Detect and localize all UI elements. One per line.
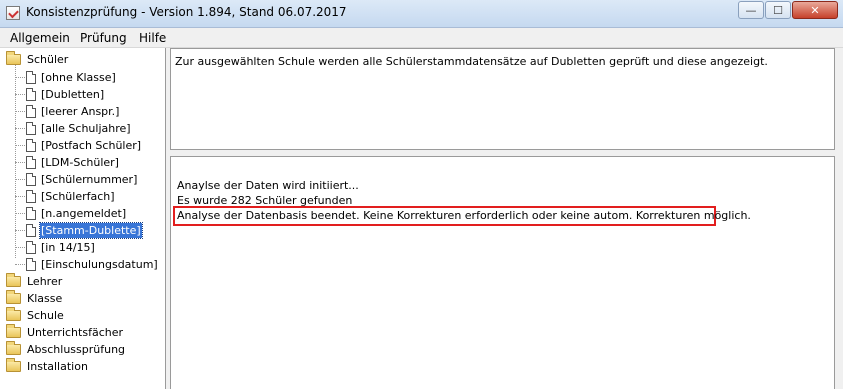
folder-icon — [6, 306, 21, 321]
document-icon — [26, 189, 36, 203]
tree-item-label: [in 14/15] — [41, 240, 95, 254]
tree-item-ohne-klasse[interactable]: [ohne Klasse] — [26, 69, 117, 85]
tree-item-ldm-schueler[interactable]: [LDM-Schüler] — [26, 154, 120, 170]
tree-item-label: [leerer Anspr.] — [41, 104, 120, 118]
tree-item-schuelernummer[interactable]: [Schülernummer] — [26, 171, 138, 187]
app-check-icon — [6, 6, 20, 20]
tree-item-label: [Postfach Schüler] — [41, 138, 142, 152]
tree-item-leerer-anspr[interactable]: [leerer Anspr.] — [26, 103, 120, 119]
tree-node-label: Klasse — [27, 291, 63, 305]
log-line-result: Analyse der Datenbasis beendet. Keine Ko… — [177, 209, 751, 222]
document-icon — [26, 104, 36, 118]
document-icon — [26, 257, 36, 271]
tree-item-postfach-schueler[interactable]: [Postfach Schüler] — [26, 137, 142, 153]
tree-node-schule[interactable]: Schule — [6, 306, 65, 323]
close-button[interactable]: ✕ — [792, 1, 838, 19]
folder-icon — [6, 272, 21, 287]
maximize-button[interactable]: ☐ — [765, 1, 791, 19]
menu-bar: Allgemein Prüfung Hilfe — [0, 28, 843, 48]
document-icon — [26, 206, 36, 220]
tree-node-label: Abschlussprüfung — [27, 342, 126, 356]
tree-node-schueler[interactable]: Schüler — [6, 50, 69, 67]
tree-item-dubletten[interactable]: [Dubletten] — [26, 86, 105, 102]
tree-item-label: [LDM-Schüler] — [41, 155, 119, 169]
tree-guide-line — [15, 62, 16, 258]
document-icon — [26, 223, 36, 237]
tree-item-alle-schuljahre[interactable]: [alle Schuljahre] — [26, 120, 132, 136]
tree-node-label: Unterrichtsfächer — [27, 325, 123, 339]
tree-item-n-angemeldet[interactable]: [n.angemeldet] — [26, 205, 127, 221]
log-output-panel[interactable]: Anaylse der Daten wird initiiert... Es w… — [170, 156, 835, 389]
tree-item-label: [alle Schuljahre] — [41, 121, 131, 135]
tree-item-label: [Schülerfach] — [41, 189, 115, 203]
document-icon — [26, 70, 36, 84]
tree-node-label: Schule — [27, 308, 64, 322]
maximize-icon: ☐ — [773, 3, 783, 17]
close-icon: ✕ — [810, 3, 820, 17]
minimize-icon: — — [745, 3, 757, 17]
tree-item-label: [Einschulungsdatum] — [41, 257, 158, 271]
menu-hilfe[interactable]: Hilfe — [139, 31, 166, 45]
window-title: Konsistenzprüfung - Version 1.894, Stand… — [26, 5, 347, 19]
document-icon — [26, 138, 36, 152]
tree-node-klasse[interactable]: Klasse — [6, 289, 63, 306]
tree-node-label: Schüler — [27, 52, 69, 66]
document-icon — [26, 87, 36, 101]
folder-icon — [6, 50, 21, 65]
tree-node-label: Lehrer — [27, 274, 63, 288]
tree-item-label: [Dubletten] — [41, 87, 105, 101]
log-line: Anaylse der Daten wird initiiert... — [177, 179, 359, 192]
tree-item-einschulungsdatum[interactable]: [Einschulungsdatum] — [26, 256, 159, 272]
menu-pruefung[interactable]: Prüfung — [80, 31, 127, 45]
tree-item-label: [Stamm-Dublette] — [39, 221, 143, 239]
folder-icon — [6, 323, 21, 338]
title-bar: Konsistenzprüfung - Version 1.894, Stand… — [0, 0, 843, 28]
tree-item-label: [Schülernummer] — [41, 172, 138, 186]
folder-icon — [6, 357, 21, 372]
tree-node-unterrichtsfaecher[interactable]: Unterrichtsfächer — [6, 323, 124, 340]
navigation-tree[interactable]: Schüler [ohne Klasse] [Dubletten] [leere… — [0, 48, 166, 389]
tree-item-schuelerfach[interactable]: [Schülerfach] — [26, 188, 116, 204]
document-icon — [26, 155, 36, 169]
document-icon — [26, 240, 36, 254]
menu-allgemein[interactable]: Allgemein — [10, 31, 70, 45]
tree-node-installation[interactable]: Installation — [6, 357, 89, 374]
tree-item-in-14-15[interactable]: [in 14/15] — [26, 239, 96, 255]
document-icon — [26, 172, 36, 186]
tree-item-label: [n.angemeldet] — [41, 206, 127, 220]
tree-node-abschlusspruefung[interactable]: Abschlussprüfung — [6, 340, 126, 357]
description-panel: Zur ausgewählten Schule werden alle Schü… — [170, 48, 835, 150]
folder-icon — [6, 340, 21, 355]
folder-icon — [6, 289, 21, 304]
description-text: Zur ausgewählten Schule werden alle Schü… — [175, 55, 768, 68]
tree-node-lehrer[interactable]: Lehrer — [6, 272, 63, 289]
document-icon — [26, 121, 36, 135]
tree-item-label: [ohne Klasse] — [41, 70, 116, 84]
tree-node-label: Installation — [27, 359, 88, 373]
minimize-button[interactable]: — — [738, 1, 764, 19]
tree-item-stamm-dublette[interactable]: [Stamm-Dublette] — [26, 221, 143, 239]
